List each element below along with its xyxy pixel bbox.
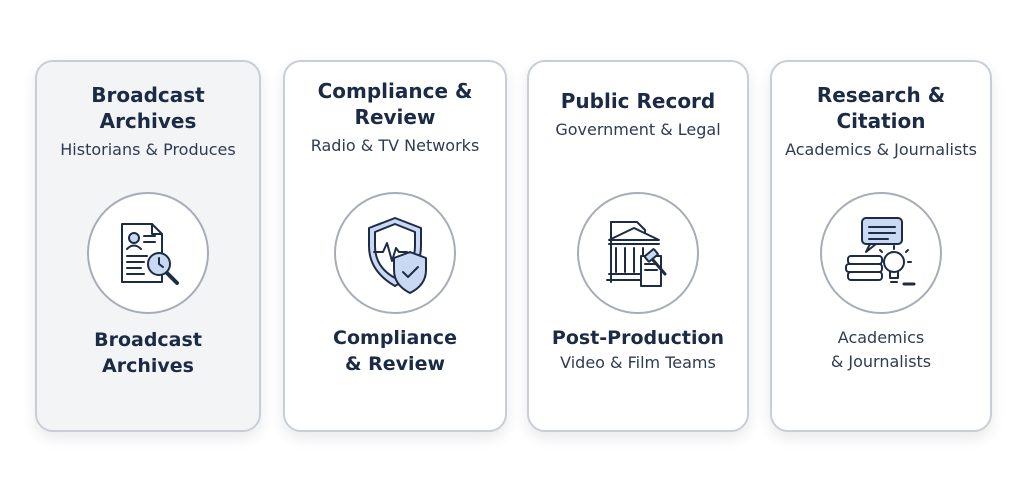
card-bottom-subtitle: Video & Film Teams <box>560 353 716 372</box>
card-subtitle: Historians & Produces <box>60 140 236 159</box>
card-title: Broadcast Archives <box>91 83 205 133</box>
card-subtitle: Radio & TV Networks <box>310 136 480 155</box>
card-compliance-review[interactable]: Compliance & Review Radio & TV Networks … <box>283 60 507 432</box>
card-broadcast-archives[interactable]: Broadcast Archives Historians & Produces… <box>35 60 261 432</box>
card-title: Research & Citation <box>816 83 946 133</box>
card-public-record[interactable]: Public Record Government & Legal Post-Pr… <box>527 60 749 432</box>
card-bottom-title: Compliance & Review <box>333 327 457 375</box>
courthouse-gavel-icon <box>577 192 699 314</box>
card-bottom-title: Post-Production <box>551 327 725 349</box>
card-bottom-subtitle: Academics & Journalists <box>830 328 932 371</box>
card-subtitle: Government & Legal <box>555 120 721 139</box>
card-research-citation[interactable]: Research & Citation Academics & Journali… <box>770 60 992 432</box>
document-search-icon <box>87 192 209 314</box>
books-lightbulb-icon <box>820 192 942 314</box>
card-title: Public Record <box>560 89 716 113</box>
card-title: Compliance & Review <box>317 79 473 129</box>
shield-check-icon <box>334 192 456 314</box>
card-subtitle: Academics & Journalists <box>785 140 977 159</box>
card-bottom-title: Broadcast Archives <box>94 329 202 377</box>
